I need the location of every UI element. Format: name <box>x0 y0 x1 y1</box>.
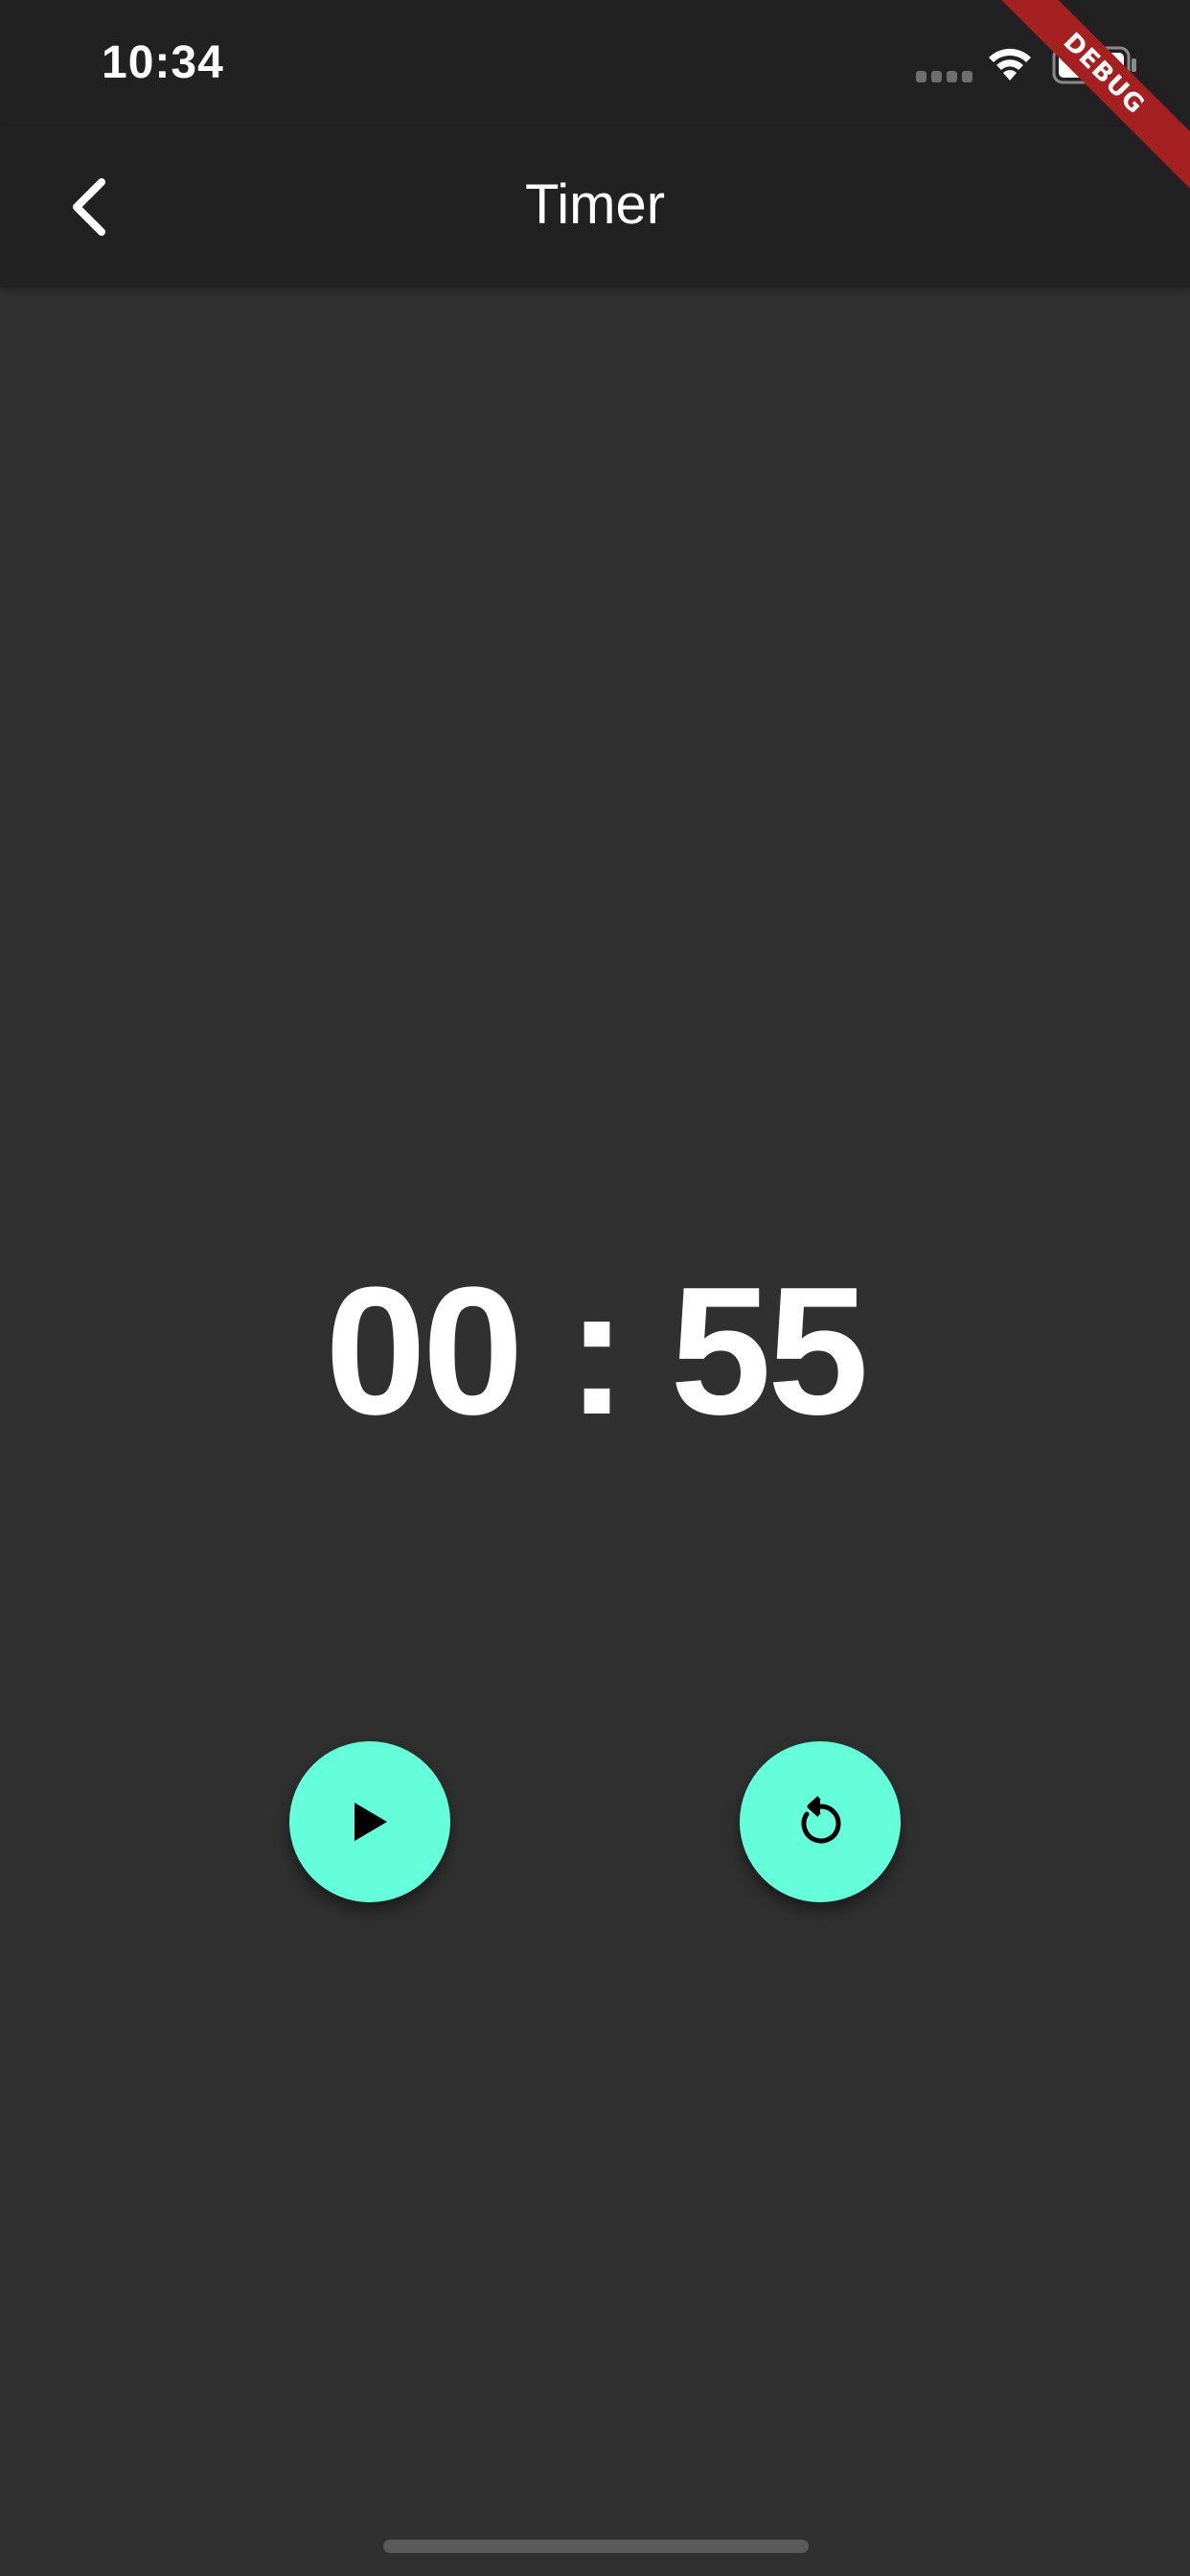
home-indicator[interactable] <box>383 2540 809 2553</box>
cellular-signal-icon <box>916 71 973 82</box>
restart-icon <box>801 1796 841 1844</box>
timer-separator: : <box>566 1250 627 1453</box>
play-icon <box>355 1803 387 1841</box>
status-bar: 10:34 <box>0 0 1190 126</box>
timer-seconds: 55 <box>670 1250 868 1453</box>
status-time: 10:34 <box>102 37 224 88</box>
page-title: Timer <box>524 173 666 236</box>
battery-icon <box>1052 46 1136 84</box>
wifi-icon <box>989 48 1031 80</box>
timer-minutes: 00 <box>325 1250 523 1453</box>
reset-button[interactable] <box>740 1741 901 1902</box>
play-button[interactable] <box>289 1741 450 1902</box>
timer-display: 00 : 55 <box>0 1246 1190 1457</box>
timer-screen: 10:34 Timer 00 : 55 DEBUG <box>0 0 1190 2576</box>
app-bar: Timer <box>0 126 1190 288</box>
